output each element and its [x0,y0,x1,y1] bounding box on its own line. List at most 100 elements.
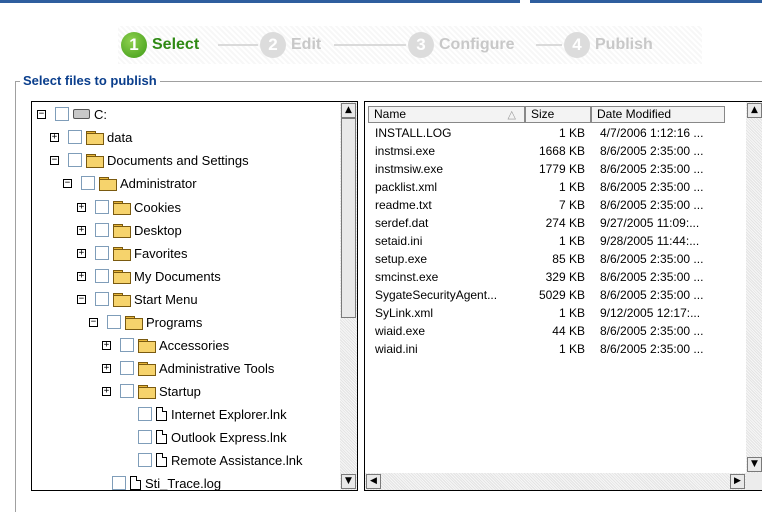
file-row[interactable]: SyLink.xml 1 KB 9/12/2005 12:17:... [365,304,745,322]
tree-item-checkbox[interactable] [120,338,134,352]
folder-icon [86,153,104,168]
expand-icon[interactable]: + [102,386,111,396]
file-row[interactable]: SygateSecurityAgent... 5029 KB 8/6/2005 2:… [365,286,745,304]
file-row[interactable]: serdef.dat 274 KB 9/27/2005 11:09:... [365,214,745,232]
tree-item-checkbox[interactable] [138,407,152,421]
tree-item[interactable]: + Cookies [77,197,181,217]
file-row[interactable]: instmsi.exe 1668 KB 8/6/2005 2:35:00 ... [365,142,745,160]
tree-item[interactable]: + Administrative Tools [102,358,274,378]
scroll-right-icon[interactable]: ▶ [730,474,745,489]
scroll-down-icon[interactable]: ▼ [747,457,762,472]
tree-item[interactable]: − Administrator [63,173,197,193]
file-icon [156,453,167,467]
tree-item-checkbox[interactable] [138,453,152,467]
file-row[interactable]: setup.exe 85 KB 8/6/2005 2:35:00 ... [365,250,745,268]
tree-item-checkbox[interactable] [68,153,82,167]
step-configure[interactable]: 3 Configure [408,32,515,58]
file-row[interactable]: packlist.xml 1 KB 8/6/2005 2:35:00 ... [365,178,745,196]
tree-item[interactable]: + My Documents [77,266,221,286]
tree-item[interactable]: + Accessories [102,335,229,355]
tree-item[interactable]: Sti_Trace.log [94,473,222,491]
folder-icon [86,130,104,145]
tree-item[interactable]: − Documents and Settings [50,150,249,170]
collapse-icon[interactable]: − [89,317,98,327]
tree-item-checkbox[interactable] [95,269,109,283]
scroll-thumb[interactable] [341,118,356,318]
column-header-name[interactable]: Name △ [368,106,525,123]
step-select[interactable]: 1 Select [121,32,199,58]
file-size-cell: 85 KB [552,252,585,266]
file-name-cell: instmsi.exe [375,144,436,158]
tree-item-checkbox[interactable] [68,130,82,144]
tree-item-checkbox[interactable] [120,361,134,375]
collapse-icon[interactable]: − [50,155,59,165]
file-name-cell: smcinst.exe [375,270,439,284]
tree-item-checkbox[interactable] [95,223,109,237]
collapse-icon[interactable]: − [77,294,86,304]
tree-item[interactable]: − Start Menu [77,289,198,309]
tree-item-label: Startup [159,383,201,399]
scroll-up-icon[interactable]: ▲ [341,103,356,118]
files-horizontal-scrollbar[interactable]: ◀ ▶ [365,473,746,490]
folder-icon [113,246,131,261]
tree-item[interactable]: + Desktop [77,220,182,240]
drive-icon [73,109,90,119]
tree-item[interactable]: − C: [37,104,107,124]
expand-icon[interactable]: + [77,248,86,258]
expand-icon[interactable]: + [102,363,111,373]
tree-item-label: Administrator [120,175,197,191]
tree-vertical-scrollbar[interactable]: ▲ ▼ [340,102,357,490]
tree-item-checkbox[interactable] [55,107,69,121]
tree-item-checkbox[interactable] [112,476,126,490]
folder-tree[interactable]: − C: + data − Documents and Settings − Administ… [31,101,358,491]
column-header-date[interactable]: Date Modified [591,106,725,123]
folder-icon [138,338,156,353]
file-list[interactable]: Name △ Size Date Modified INSTALL.LOG 1 K… [364,101,762,491]
tree-item[interactable]: Remote Assistance.lnk [120,450,303,470]
step-publish[interactable]: 4 Publish [564,32,653,58]
file-row[interactable]: instmsiw.exe 1779 KB 8/6/2005 2:35:00 ... [365,160,745,178]
tree-item[interactable]: Internet Explorer.lnk [120,404,287,424]
tree-item-checkbox[interactable] [95,246,109,260]
tree-item-checkbox[interactable] [95,200,109,214]
collapse-icon[interactable]: − [37,109,46,119]
expand-icon[interactable]: + [77,225,86,235]
files-vertical-scrollbar[interactable]: ▲ ▼ [746,102,762,473]
tree-item-checkbox[interactable] [81,176,95,190]
column-header-size[interactable]: Size [525,106,591,123]
tree-item-label: Administrative Tools [159,360,275,376]
file-row[interactable]: wiaid.exe 44 KB 8/6/2005 2:35:00 ... [365,322,745,340]
tree-item[interactable]: + Favorites [77,243,187,263]
file-row[interactable]: readme.txt 7 KB 8/6/2005 2:35:00 ... [365,196,745,214]
file-row[interactable]: wiaid.ini 1 KB 8/6/2005 2:35:00 ... [365,340,745,358]
column-header-label: Size [531,107,555,121]
file-size-cell: 1 KB [558,126,585,140]
tree-item[interactable]: + data [50,127,132,147]
tree-item-label: C: [94,106,107,122]
expand-icon[interactable]: + [77,271,86,281]
tree-item-checkbox[interactable] [120,384,134,398]
expand-icon[interactable]: + [77,202,86,212]
tree-item[interactable]: − Programs [89,312,202,332]
file-row[interactable]: INSTALL.LOG 1 KB 4/7/2006 1:12:16 ... [365,124,745,142]
scroll-left-icon[interactable]: ◀ [366,474,381,489]
tree-item-checkbox[interactable] [95,292,109,306]
tree-item[interactable]: Outlook Express.lnk [120,427,287,447]
tree-item[interactable]: + Startup [102,381,201,401]
step-connector [334,44,406,46]
tree-item-checkbox[interactable] [107,315,121,329]
tree-item-label: My Documents [134,268,221,284]
expand-icon[interactable]: + [50,132,59,142]
file-size-cell: 1 KB [558,234,585,248]
step-edit[interactable]: 2 Edit [260,32,321,58]
collapse-icon[interactable]: − [63,178,72,188]
scroll-down-icon[interactable]: ▼ [341,474,356,489]
file-row[interactable]: setaid.ini 1 KB 9/28/2005 11:44:... [365,232,745,250]
scroll-up-icon[interactable]: ▲ [747,103,762,118]
tree-item-checkbox[interactable] [138,430,152,444]
file-name-cell: wiaid.exe [375,324,426,338]
file-row[interactable]: smcinst.exe 329 KB 8/6/2005 2:35:00 ... [365,268,745,286]
folder-icon [113,200,131,215]
tree-item-label: Sti_Trace.log [145,475,222,491]
expand-icon[interactable]: + [102,340,111,350]
